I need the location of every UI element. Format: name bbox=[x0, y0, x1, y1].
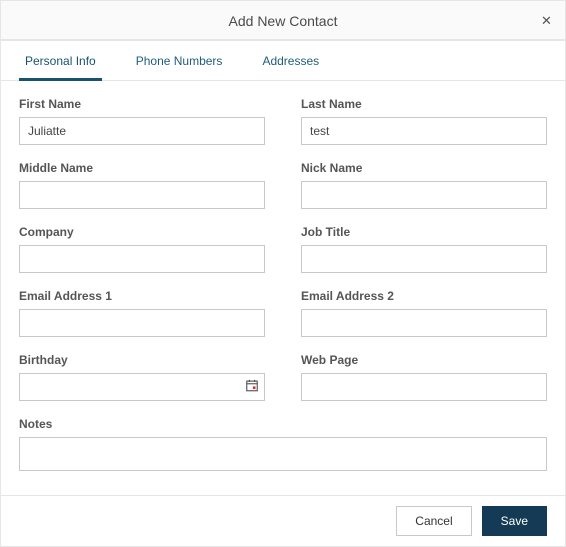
close-icon: ✕ bbox=[541, 13, 552, 28]
cancel-button[interactable]: Cancel bbox=[396, 506, 471, 536]
form-body: First Name Last Name Middle Name Nick Na… bbox=[1, 81, 565, 495]
last-name-label: Last Name bbox=[301, 97, 547, 111]
email1-input[interactable] bbox=[19, 309, 265, 337]
birthday-input[interactable] bbox=[19, 373, 265, 401]
job-title-input[interactable] bbox=[301, 245, 547, 273]
email2-input[interactable] bbox=[301, 309, 547, 337]
tab-addresses[interactable]: Addresses bbox=[256, 53, 325, 81]
notes-input[interactable] bbox=[19, 437, 547, 471]
first-name-input[interactable] bbox=[19, 117, 265, 145]
dialog-footer: Cancel Save bbox=[1, 495, 565, 546]
dialog-title: Add New Contact bbox=[229, 13, 338, 29]
birthday-label: Birthday bbox=[19, 353, 265, 367]
birthday-datepicker-button[interactable] bbox=[245, 379, 259, 396]
first-name-label: First Name bbox=[19, 97, 265, 111]
save-button[interactable]: Save bbox=[482, 506, 547, 536]
company-input[interactable] bbox=[19, 245, 265, 273]
close-button[interactable]: ✕ bbox=[535, 11, 553, 29]
tab-personal-info[interactable]: Personal Info bbox=[19, 53, 102, 81]
calendar-icon bbox=[245, 379, 259, 396]
middle-name-input[interactable] bbox=[19, 181, 265, 209]
middle-name-label: Middle Name bbox=[19, 161, 265, 175]
add-contact-dialog: Add New Contact ✕ Personal Info Phone Nu… bbox=[0, 0, 566, 547]
job-title-label: Job Title bbox=[301, 225, 547, 239]
email2-label: Email Address 2 bbox=[301, 289, 547, 303]
tabs: Personal Info Phone Numbers Addresses bbox=[1, 41, 565, 81]
dialog-header: Add New Contact ✕ bbox=[1, 1, 565, 41]
tab-phone-numbers[interactable]: Phone Numbers bbox=[130, 53, 229, 81]
email1-label: Email Address 1 bbox=[19, 289, 265, 303]
nick-name-label: Nick Name bbox=[301, 161, 547, 175]
company-label: Company bbox=[19, 225, 265, 239]
web-page-input[interactable] bbox=[301, 373, 547, 401]
nick-name-input[interactable] bbox=[301, 181, 547, 209]
web-page-label: Web Page bbox=[301, 353, 547, 367]
notes-label: Notes bbox=[19, 417, 547, 431]
last-name-input[interactable] bbox=[301, 117, 547, 145]
